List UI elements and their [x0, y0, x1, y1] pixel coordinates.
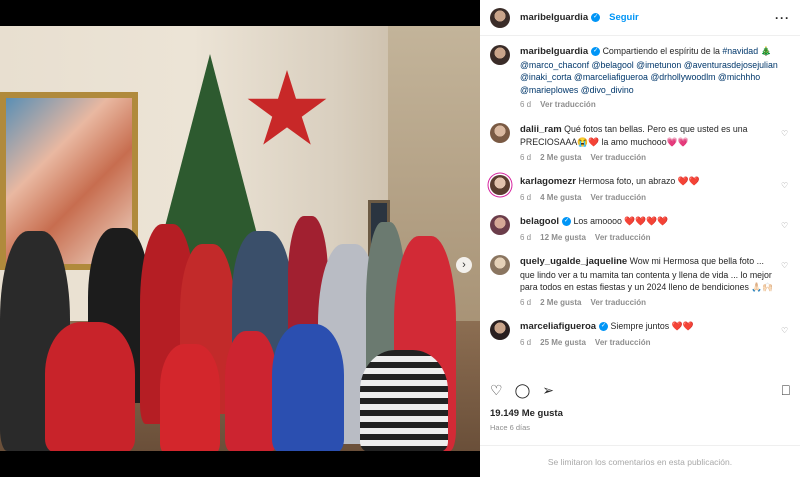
verified-badge-icon: ✓ — [562, 217, 572, 227]
comment-likes[interactable]: 4 Me gusta — [540, 193, 581, 202]
more-horizontal-icon[interactable]: ··· — [775, 11, 790, 25]
action-bar: ♡ ◯ ➢ ⎕ — [490, 378, 790, 402]
comment-time: 6 d — [520, 152, 532, 162]
person — [272, 324, 344, 451]
heart-icon[interactable]: ♡ — [781, 326, 790, 349]
avatar[interactable] — [490, 215, 510, 235]
avatar[interactable] — [490, 45, 510, 65]
verified-badge-icon: ✓ — [591, 47, 601, 57]
comment-username[interactable]: karlagomezr — [520, 176, 576, 187]
comment-likes[interactable]: 12 Me gusta — [540, 233, 586, 242]
comment-text: Hermosa foto, un abrazo ❤️❤️ — [578, 176, 700, 186]
caption-time: 6 d — [520, 100, 532, 109]
comment-likes[interactable]: 25 Me gusta — [540, 338, 586, 347]
likes-count[interactable]: 19.149 Me gusta — [490, 408, 563, 419]
comment-time: 6 d — [520, 232, 532, 242]
avatar[interactable] — [490, 255, 510, 275]
chevron-right-icon[interactable]: › — [456, 257, 472, 273]
comment: quely_ugalde_jaqueline Wow mi Hermosa qu… — [490, 255, 790, 309]
comment-time: 6 d — [520, 192, 532, 202]
translate-link[interactable]: Ver traducción — [590, 193, 646, 202]
comment-username[interactable]: marceliafigueroa — [520, 321, 596, 332]
mentions[interactable]: @marco_chaconf @belagool @imetunon @aven… — [520, 60, 778, 95]
comment-text: Los amoooo ❤️❤️❤️❤️ — [573, 216, 669, 226]
avatar[interactable] — [490, 175, 510, 195]
translate-link[interactable]: Ver traducción — [540, 100, 596, 109]
person — [160, 344, 220, 451]
translate-link[interactable]: Ver traducción — [590, 298, 646, 307]
person — [225, 331, 277, 451]
author-username[interactable]: maribelguardia — [520, 12, 588, 23]
post-photo: › — [0, 26, 480, 451]
comment-likes[interactable]: 2 Me gusta — [540, 298, 581, 307]
post-modal: › maribelguardia ✓ Seguir ··· maribelgua… — [0, 0, 800, 477]
comment-likes[interactable]: 2 Me gusta — [540, 153, 581, 162]
heart-icon[interactable]: ♡ — [781, 221, 790, 244]
comment: dalii_ram Qué fotos tan bellas. Pero es … — [490, 122, 790, 165]
comment-username[interactable]: belagool — [520, 216, 559, 227]
translate-link[interactable]: Ver traducción — [595, 338, 651, 347]
comment-time: 6 d — [520, 297, 532, 307]
caption-username[interactable]: maribelguardia — [520, 46, 588, 57]
avatar[interactable] — [490, 320, 510, 340]
comment-username[interactable]: quely_ugalde_jaqueline — [520, 256, 627, 267]
avatar[interactable] — [490, 7, 510, 28]
person — [360, 350, 448, 451]
heart-icon[interactable]: ♡ — [781, 261, 790, 309]
post-details-panel: maribelguardia ✓ Seguir ··· maribelguard… — [480, 0, 800, 477]
follow-button[interactable]: Seguir — [609, 12, 639, 23]
comment: marceliafigueroa ✓ Siempre juntos ❤️❤️ 6 … — [490, 320, 790, 349]
comment: karlagomezr Hermosa foto, un abrazo ❤️❤️… — [490, 175, 790, 204]
comments-limited-notice: Se limitaron los comentarios en esta pub… — [480, 445, 800, 477]
heart-icon[interactable]: ♡ — [490, 383, 503, 397]
comment-text: Siempre juntos ❤️❤️ — [610, 321, 694, 331]
share-icon[interactable]: ➢ — [542, 383, 554, 397]
comment: belagool ✓ Los amoooo ❤️❤️❤️❤️ 6 d 12 Me g… — [490, 215, 790, 244]
translate-link[interactable]: Ver traducción — [590, 153, 646, 162]
person — [45, 322, 135, 451]
post-date: Hace 6 días — [490, 423, 531, 432]
heart-icon[interactable]: ♡ — [781, 129, 790, 165]
translate-link[interactable]: Ver traducción — [595, 233, 651, 242]
post-header: maribelguardia ✓ Seguir ··· — [480, 0, 800, 36]
comment-time: 6 d — [520, 337, 532, 347]
bookmark-icon[interactable]: ⎕ — [782, 383, 790, 397]
comments-list[interactable]: maribelguardia ✓ Compartiendo el espíritu… — [480, 37, 800, 370]
caption-text: Compartiendo el espíritu de la — [602, 46, 723, 56]
comment-username[interactable]: dalii_ram — [520, 124, 562, 135]
caption: maribelguardia ✓ Compartiendo el espíritu… — [490, 45, 790, 112]
verified-badge-icon: ✓ — [599, 322, 609, 332]
caption-emoji: 🎄 — [760, 46, 772, 56]
avatar[interactable] — [490, 122, 510, 143]
hashtag-link[interactable]: #navidad — [722, 46, 758, 56]
heart-icon[interactable]: ♡ — [781, 181, 790, 204]
verified-badge-icon: ✓ — [591, 13, 601, 22]
comment-icon[interactable]: ◯ — [515, 383, 531, 397]
